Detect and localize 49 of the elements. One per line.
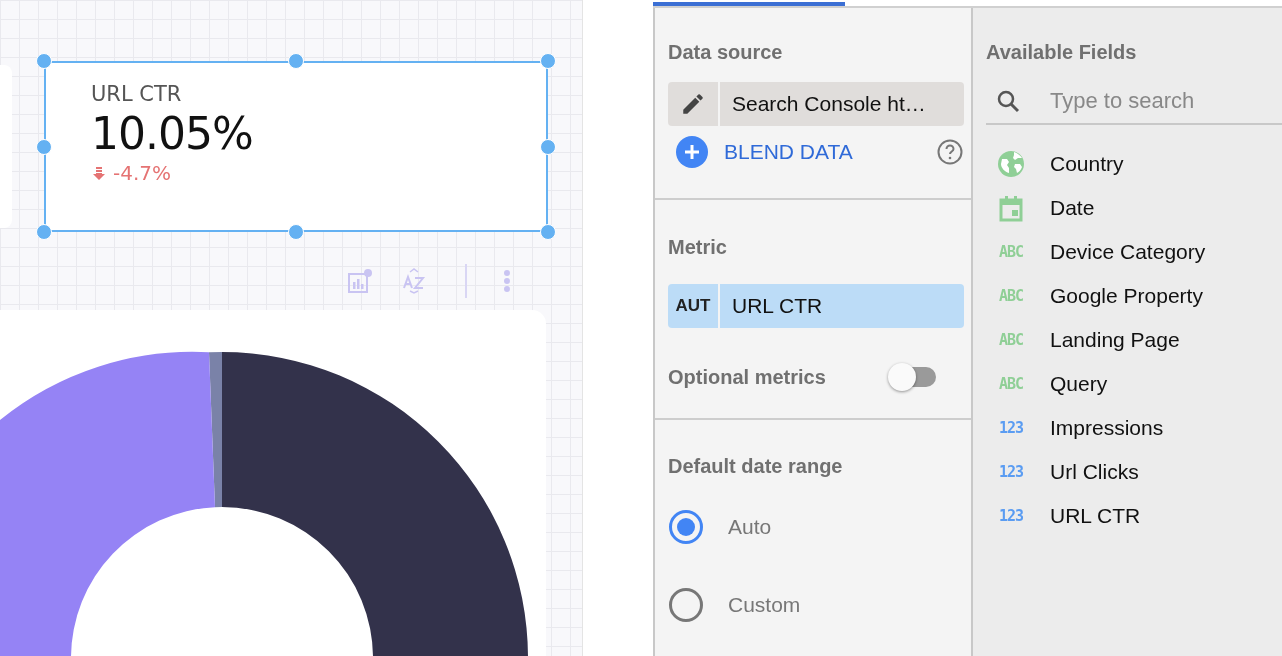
- radio-label[interactable]: Custom: [728, 593, 801, 617]
- field-item[interactable]: Date: [986, 186, 1282, 230]
- resize-handle[interactable]: [540, 53, 556, 69]
- field-item[interactable]: Country: [986, 142, 1282, 186]
- add-icon: [676, 136, 708, 168]
- search-field[interactable]: Type to search: [1048, 87, 1282, 115]
- scorecard[interactable]: URL CTR 10.05% -4.7%: [44, 61, 548, 232]
- section-title: Data source: [668, 40, 784, 65]
- chart-settings-icon[interactable]: [347, 268, 373, 294]
- calendar-icon: [997, 194, 1025, 222]
- field-item[interactable]: ABC Google Property: [986, 274, 1282, 318]
- blend-data-link[interactable]: BLEND DATA: [724, 140, 937, 164]
- resize-handle[interactable]: [288, 224, 304, 240]
- field-item[interactable]: 123 Impressions: [986, 406, 1282, 450]
- more-options-icon[interactable]: [503, 268, 511, 294]
- field-type-icon: 123: [996, 507, 1026, 525]
- resize-handle[interactable]: [288, 53, 304, 69]
- sort-icon[interactable]: [401, 268, 427, 294]
- field-type-icon: ABC: [996, 375, 1026, 393]
- optional-metrics-label: Optional metrics: [668, 365, 826, 390]
- field-item[interactable]: ABC Query: [986, 362, 1282, 406]
- field-item[interactable]: 123 Url Clicks: [986, 450, 1282, 494]
- scorecard-value: 10.05%: [91, 107, 253, 161]
- field-type-icon: 123: [996, 463, 1026, 481]
- radio-label[interactable]: Auto: [728, 515, 772, 539]
- field-item[interactable]: ABC Landing Page: [986, 318, 1282, 362]
- field-type-icon: ABC: [996, 243, 1026, 261]
- arrow-down-icon: [93, 166, 105, 180]
- resize-handle[interactable]: [36, 53, 52, 69]
- field-item[interactable]: 123 URL CTR: [986, 494, 1282, 538]
- field-type-icon: ABC: [996, 331, 1026, 349]
- pencil-icon: [680, 91, 706, 117]
- field-type-icon: 123: [996, 419, 1026, 437]
- section-title: Available Fields: [986, 40, 1138, 65]
- radio-button[interactable]: [669, 588, 703, 622]
- radio-button[interactable]: [669, 510, 703, 544]
- search-icon: [996, 89, 1020, 113]
- scorecard-label: URL CTR: [91, 81, 183, 107]
- globe-icon: [997, 150, 1025, 178]
- help-icon[interactable]: [937, 139, 963, 165]
- resize-handle[interactable]: [36, 224, 52, 240]
- field-type-icon: ABC: [996, 287, 1026, 305]
- section-title: Metric: [668, 235, 728, 260]
- metric-chip[interactable]: AUT URL CTR: [668, 284, 964, 328]
- resize-handle[interactable]: [540, 224, 556, 240]
- resize-handle[interactable]: [36, 138, 52, 155]
- section-title: Default date range: [668, 454, 844, 479]
- field-item[interactable]: ABC Device Category: [986, 230, 1282, 274]
- delta-value: -4.7%: [113, 161, 172, 185]
